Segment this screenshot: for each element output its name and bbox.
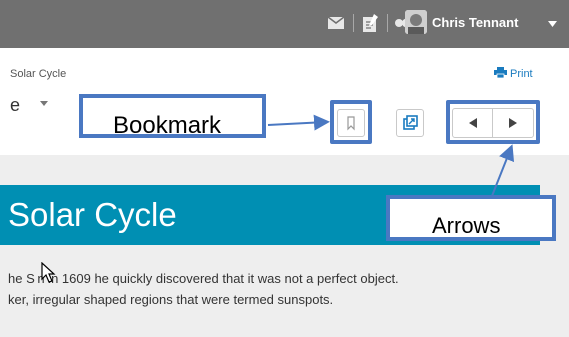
annotation-arrows <box>267 114 515 197</box>
bookmark-pointer-arrow <box>267 114 330 131</box>
arrows-pointer-arrow <box>491 144 515 197</box>
